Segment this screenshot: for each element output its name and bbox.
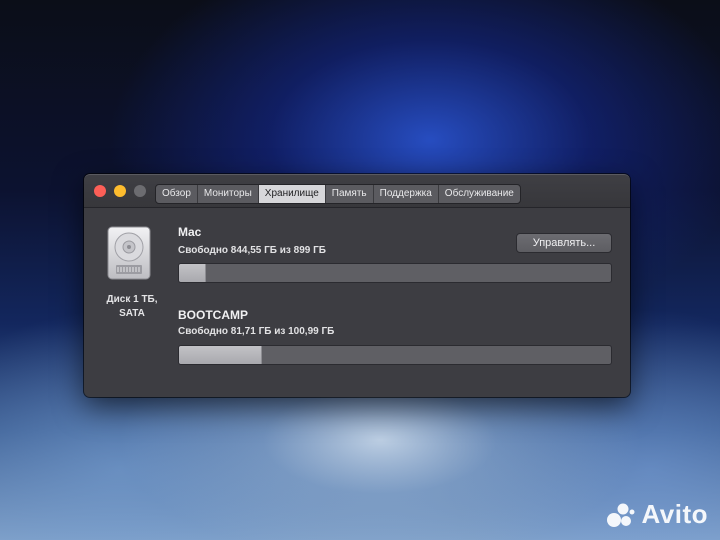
- zoom-button: [134, 185, 146, 197]
- tab-support[interactable]: Поддержка: [374, 185, 439, 203]
- tab-displays[interactable]: Мониторы: [198, 185, 259, 203]
- about-this-mac-window: Обзор Мониторы Хранилище Память Поддержк…: [84, 174, 630, 397]
- disk-label: Диск 1 ТБ, SATA: [94, 293, 170, 321]
- volume-name-bootcamp: BOOTCAMP: [178, 308, 248, 322]
- storage-bar-mac: [178, 263, 612, 283]
- titlebar: Обзор Мониторы Хранилище Память Поддержк…: [84, 175, 630, 208]
- tab-bar: Обзор Мониторы Хранилище Память Поддержк…: [155, 184, 521, 204]
- disk-label-line2: SATA: [119, 308, 145, 319]
- hard-drive-icon: [107, 226, 151, 280]
- volume-free-mac: Свободно 844,55 ГБ из 899 ГБ: [178, 245, 326, 256]
- storage-bar-bootcamp: [178, 345, 612, 365]
- avito-logo-icon: [607, 503, 635, 527]
- avito-watermark: Avito: [605, 499, 708, 530]
- storage-bar-fill-mac: [179, 264, 206, 282]
- tab-overview[interactable]: Обзор: [156, 185, 198, 203]
- volume-free-bootcamp: Свободно 81,71 ГБ из 100,99 ГБ: [178, 326, 335, 337]
- tab-memory[interactable]: Память: [326, 185, 374, 203]
- volume-name-mac: Mac: [178, 225, 202, 239]
- storage-bar-fill-bootcamp: [179, 346, 263, 364]
- tab-service[interactable]: Обслуживание: [439, 185, 520, 203]
- minimize-button[interactable]: [114, 185, 126, 197]
- manage-button[interactable]: Управлять...: [516, 233, 612, 253]
- watermark-text: Avito: [641, 499, 708, 529]
- tab-storage[interactable]: Хранилище: [258, 185, 326, 203]
- close-button[interactable]: [94, 185, 106, 197]
- disk-label-line1: Диск 1 ТБ,: [106, 294, 158, 305]
